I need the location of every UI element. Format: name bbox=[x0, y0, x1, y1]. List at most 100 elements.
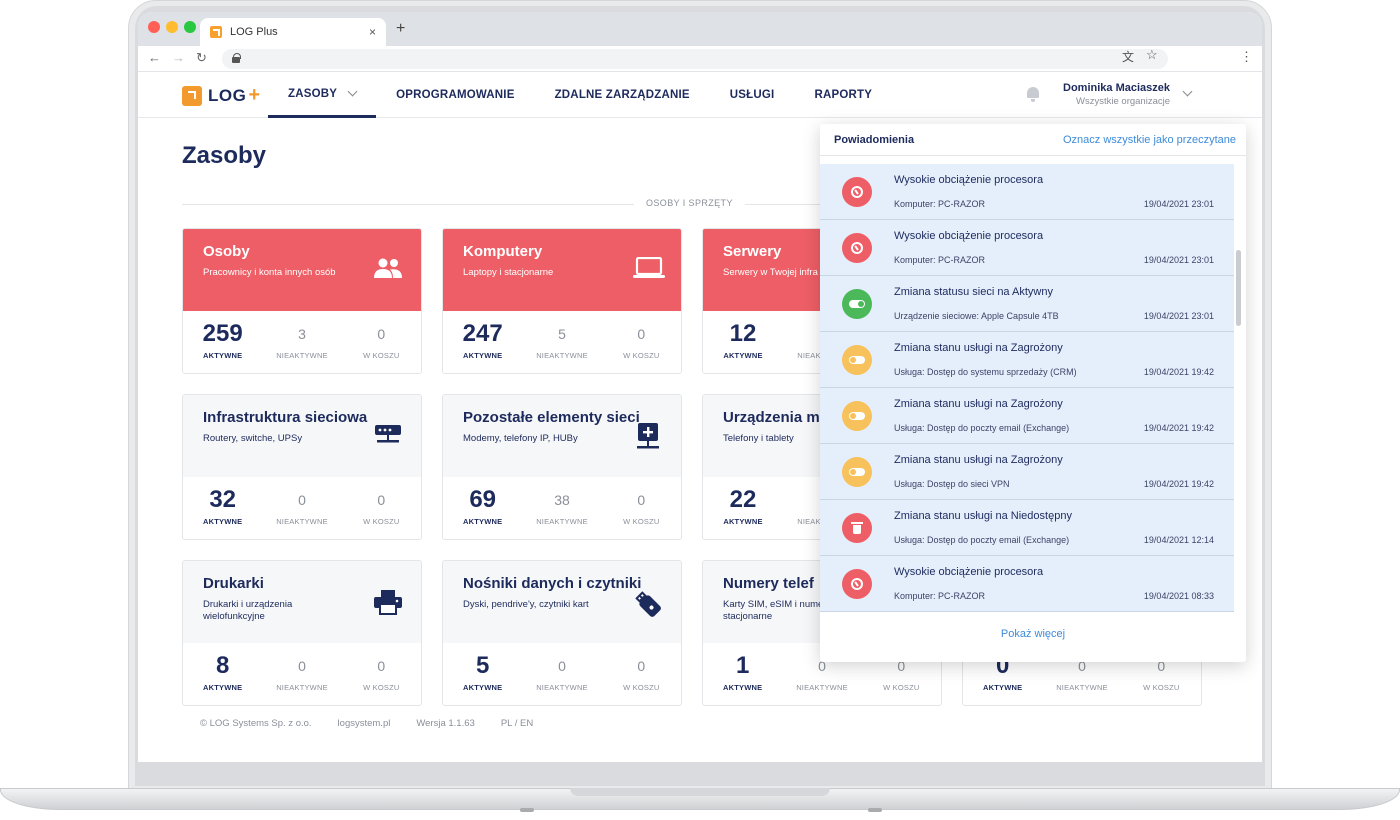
nav-raporty[interactable]: RAPORTY bbox=[794, 72, 892, 118]
notification-item[interactable]: Zmiana stanu usługi na Zagrożony Usługa:… bbox=[820, 388, 1234, 444]
bell-icon[interactable] bbox=[1026, 86, 1040, 102]
stat-trash[interactable]: 0 W KOSZU bbox=[602, 321, 681, 373]
stat-active[interactable]: 8 AKTYWNE bbox=[183, 653, 262, 705]
maximize-window-button[interactable] bbox=[184, 21, 196, 33]
stat-trash-value: 0 bbox=[637, 492, 646, 508]
stat-active-label: AKTYWNE bbox=[203, 351, 243, 360]
stat-trash[interactable]: 0 W KOSZU bbox=[602, 653, 681, 705]
card-subtitle: Karty SIM, eSIM i nume stacjonarne bbox=[723, 599, 824, 622]
reload-icon[interactable]: ↻ bbox=[196, 50, 207, 66]
mark-all-read-link[interactable]: Oznacz wszystkie jako przeczytane bbox=[1063, 134, 1236, 146]
stat-inactive[interactable]: 3 NIEAKTYWNE bbox=[262, 321, 341, 373]
stat-trash-label: W KOSZU bbox=[623, 683, 660, 692]
stat-active-value: 259 bbox=[202, 320, 243, 347]
stat-inactive[interactable]: 0 NIEAKTYWNE bbox=[262, 487, 341, 539]
card-stats: 247 AKTYWNE 5 NIEAKTYWNE 0 W KOSZU bbox=[443, 311, 681, 373]
footer-language-switch[interactable]: PL / EN bbox=[501, 718, 533, 729]
stat-active[interactable]: 12 AKTYWNE bbox=[703, 320, 783, 373]
stat-active-label: AKTYWNE bbox=[463, 351, 503, 360]
stat-trash[interactable]: 0 W KOSZU bbox=[602, 487, 681, 539]
stat-active[interactable]: 1 AKTYWNE bbox=[703, 653, 782, 705]
stat-trash[interactable]: 0 W KOSZU bbox=[342, 321, 421, 373]
footer-site-link[interactable]: logsystem.pl bbox=[338, 718, 391, 729]
card-nosniki-danych[interactable]: Nośniki danych i czytniki Dyski, pendriv… bbox=[442, 560, 682, 706]
notification-text: Zmiana stanu usługi na Zagrożony bbox=[894, 398, 1063, 410]
card-stats: 5 AKTYWNE 0 NIEAKTYWNE 0 W KOSZU bbox=[443, 643, 681, 705]
stat-active[interactable]: 5 AKTYWNE bbox=[443, 653, 522, 705]
notification-item[interactable]: Zmiana stanu usługi na Zagrożony Usługa:… bbox=[820, 332, 1234, 388]
stat-active[interactable]: 247 AKTYWNE bbox=[443, 321, 522, 373]
notifications-panel: Powiadomienia Oznacz wszystkie jako prze… bbox=[820, 124, 1246, 662]
minimize-window-button[interactable] bbox=[166, 21, 178, 33]
card-drukarki[interactable]: Drukarki Drukarki i urządzenia wielofunk… bbox=[182, 560, 422, 706]
stat-active-value: 12 bbox=[729, 320, 757, 347]
stat-active[interactable]: 69 AKTYWNE bbox=[443, 487, 522, 539]
stat-active[interactable]: 259 AKTYWNE bbox=[183, 320, 262, 373]
notification-item[interactable]: Wysokie obciążenie procesora Komputer: P… bbox=[820, 220, 1234, 276]
stat-active-label: AKTYWNE bbox=[723, 351, 763, 360]
notification-item[interactable]: Wysokie obciążenie procesora Komputer: P… bbox=[820, 164, 1234, 220]
browser-tab[interactable]: LOG Plus × bbox=[200, 18, 386, 46]
stat-active-label: AKTYWNE bbox=[203, 683, 243, 692]
cpu-gauge-icon bbox=[842, 233, 872, 263]
stat-active[interactable]: 32 AKTYWNE bbox=[183, 487, 262, 539]
nav-zasoby[interactable]: ZASOBY bbox=[268, 72, 377, 118]
nav-oprogramowanie[interactable]: OPROGRAMOWANIE bbox=[376, 72, 534, 118]
notification-text: Wysokie obciążenie procesora bbox=[894, 566, 1044, 578]
stat-trash[interactable]: 0 W KOSZU bbox=[342, 487, 421, 539]
stat-active-label: AKTYWNE bbox=[463, 517, 503, 526]
footer: © LOG Systems Sp. z o.o. logsystem.pl We… bbox=[200, 718, 533, 729]
stat-trash-value: 0 bbox=[377, 658, 386, 674]
cpu-gauge-icon bbox=[842, 177, 872, 207]
toggle-warning-icon bbox=[842, 345, 872, 375]
stat-inactive[interactable]: 0 NIEAKTYWNE bbox=[262, 653, 341, 705]
card-stats: 8 AKTYWNE 0 NIEAKTYWNE 0 W KOSZU bbox=[183, 643, 421, 705]
card-pozostale-elementy-sieci[interactable]: Pozostałe elementy sieci Modemy, telefon… bbox=[442, 394, 682, 540]
trash-icon bbox=[842, 513, 872, 543]
logo[interactable]: LOG + bbox=[182, 84, 260, 107]
tab-close-icon[interactable]: × bbox=[369, 25, 376, 39]
chevron-down-icon[interactable] bbox=[1182, 86, 1193, 97]
browser-menu-icon[interactable]: ⋮ bbox=[1240, 49, 1253, 65]
back-icon[interactable]: ← bbox=[148, 50, 161, 65]
stat-active-label: AKTYWNE bbox=[723, 517, 763, 526]
card-komputery[interactable]: Komputery Laptopy i stacjonarne 247 AKTYW… bbox=[442, 228, 682, 374]
stat-inactive-label: NIEAKTYWNE bbox=[536, 517, 588, 526]
close-window-button[interactable] bbox=[148, 21, 160, 33]
notification-item[interactable]: Zmiana stanu usługi na Niedostępny Usług… bbox=[820, 500, 1234, 556]
stat-trash-label: W KOSZU bbox=[883, 683, 920, 692]
stat-inactive-value: 0 bbox=[558, 658, 566, 674]
translate-icon[interactable]: 文 bbox=[1122, 48, 1134, 65]
notification-item[interactable]: Zmiana statusu sieci na Aktywny Urządzen… bbox=[820, 276, 1234, 332]
nav-uslugi[interactable]: USŁUGI bbox=[710, 72, 795, 118]
stat-inactive[interactable]: 5 NIEAKTYWNE bbox=[522, 321, 601, 373]
stat-inactive[interactable]: 38 NIEAKTYWNE bbox=[522, 487, 601, 539]
stat-trash-label: W KOSZU bbox=[363, 683, 400, 692]
notification-text: Wysokie obciążenie procesora bbox=[894, 174, 1044, 186]
user-name: Dominika Maciaszek bbox=[1063, 82, 1170, 94]
stat-inactive[interactable]: 0 NIEAKTYWNE bbox=[522, 653, 601, 705]
stat-trash-value: 0 bbox=[637, 658, 646, 674]
stat-inactive-value: 38 bbox=[554, 492, 570, 508]
stat-trash-value: 0 bbox=[377, 326, 386, 342]
browser-tabbar: LOG Plus × + bbox=[138, 12, 1262, 46]
stat-active-value: 22 bbox=[729, 486, 757, 513]
new-tab-button[interactable]: + bbox=[396, 20, 405, 38]
notifications-scrollbar[interactable] bbox=[1236, 250, 1241, 326]
card-infrastruktura-sieciowa[interactable]: Infrastruktura sieciowa Routery, switche… bbox=[182, 394, 422, 540]
stat-trash[interactable]: 0 W KOSZU bbox=[342, 653, 421, 705]
notifications-header: Powiadomienia Oznacz wszystkie jako prze… bbox=[820, 124, 1246, 156]
app-header: LOG + ZASOBY OPROGRAMOWANIE ZDALNE ZARZĄ… bbox=[138, 72, 1262, 118]
card-osoby[interactable]: Osoby Pracownicy i konta innych osób 259… bbox=[182, 228, 422, 374]
notification-item[interactable]: Zmiana stanu usługi na Zagrożony Usługa:… bbox=[820, 444, 1234, 500]
forward-icon[interactable]: → bbox=[172, 50, 185, 65]
notification-item[interactable]: Wysokie obciążenie procesora Komputer: P… bbox=[820, 556, 1234, 612]
laptop-foot bbox=[520, 808, 534, 812]
user-menu[interactable]: Dominika Maciaszek Wszystkie organizacje bbox=[1050, 82, 1170, 107]
show-more-link[interactable]: Pokaż więcej bbox=[820, 628, 1246, 640]
stat-active[interactable]: 22 AKTYWNE bbox=[703, 486, 783, 539]
footer-company: © LOG Systems Sp. z o.o. bbox=[200, 718, 312, 729]
url-field[interactable] bbox=[222, 49, 1168, 69]
bookmark-star-icon[interactable]: ☆ bbox=[1146, 47, 1158, 63]
nav-zdalne-zarzadzanie[interactable]: ZDALNE ZARZĄDZANIE bbox=[535, 72, 710, 118]
